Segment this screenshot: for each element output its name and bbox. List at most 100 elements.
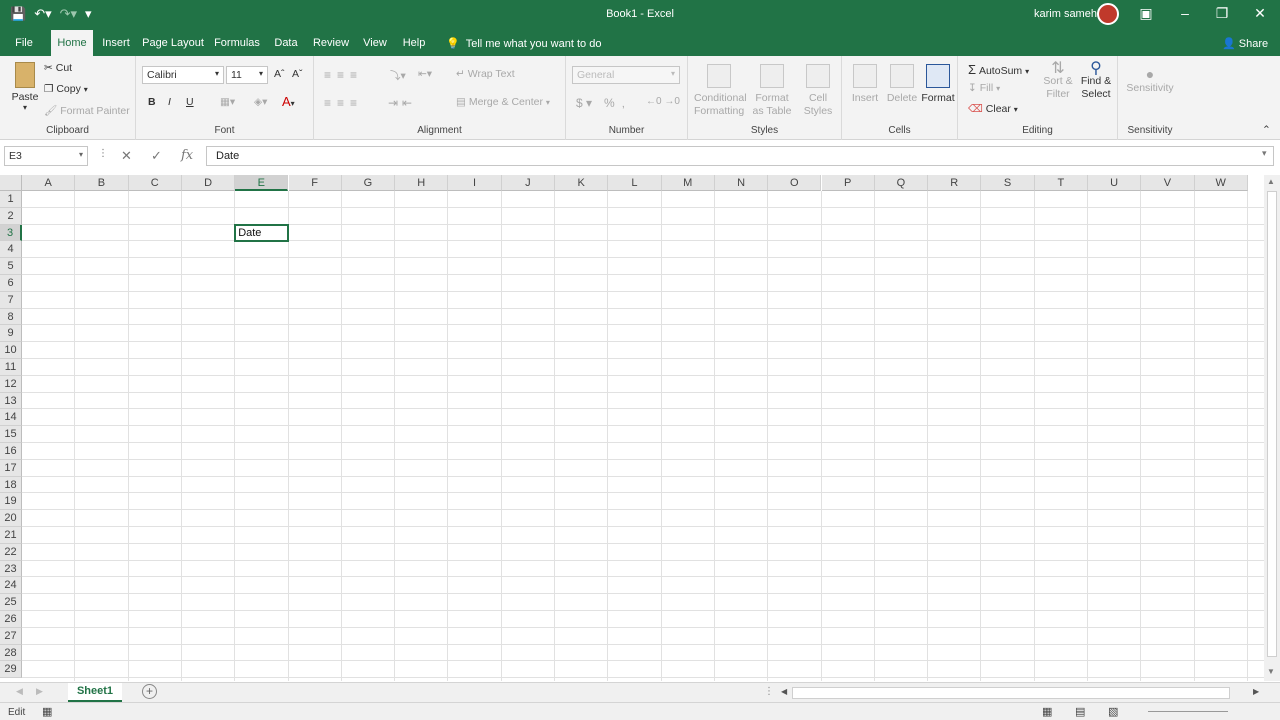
select-all-corner[interactable] xyxy=(0,175,22,191)
italic-button[interactable]: I xyxy=(168,96,171,108)
row-header[interactable]: 26 xyxy=(0,611,22,628)
insert-cells-button[interactable]: Insert xyxy=(848,64,882,104)
tab-page-layout[interactable]: Page Layout xyxy=(141,30,205,56)
percent-icon[interactable]: % xyxy=(604,96,615,110)
share-button[interactable]: 👤 Share xyxy=(1222,37,1268,50)
confirm-entry-icon[interactable]: ✓ xyxy=(151,148,162,164)
format-cells-button[interactable]: Format xyxy=(920,64,956,104)
name-box[interactable]: E3 ▾ xyxy=(4,146,88,166)
column-header[interactable]: D xyxy=(181,175,236,191)
column-header[interactable]: A xyxy=(22,175,76,191)
column-header[interactable]: W xyxy=(1194,175,1248,191)
column-header[interactable]: H xyxy=(395,175,449,191)
add-sheet-icon[interactable]: + xyxy=(142,684,157,699)
row-header[interactable]: 19 xyxy=(0,493,22,511)
page-break-view-icon[interactable]: ▧ xyxy=(1108,705,1118,718)
row-header[interactable]: 6 xyxy=(0,275,22,292)
minimize-icon[interactable]: – xyxy=(1175,5,1195,21)
decrease-font-icon[interactable]: Aˇ xyxy=(292,68,303,80)
tab-file[interactable]: File xyxy=(8,30,40,56)
paste-button[interactable]: Paste ▾ xyxy=(10,62,40,112)
vertical-scroll-thumb[interactable] xyxy=(1267,191,1277,657)
row-header[interactable]: 5 xyxy=(0,258,22,275)
column-header[interactable]: E xyxy=(235,175,289,191)
row-header[interactable]: 10 xyxy=(0,342,22,359)
close-icon[interactable]: ✕ xyxy=(1250,5,1270,22)
merge-center-button[interactable]: ▤ Merge & Center ▾ xyxy=(456,96,550,108)
format-painter-button[interactable]: 🖌 Format Painter xyxy=(44,104,130,117)
ribbon-display-options-icon[interactable]: ▣ xyxy=(1136,5,1156,22)
active-cell[interactable]: Date xyxy=(234,223,290,243)
vertical-align-icons[interactable]: ≡≡≡ xyxy=(324,68,363,82)
column-header[interactable]: U xyxy=(1088,175,1142,191)
column-header[interactable]: S xyxy=(981,175,1035,191)
format-as-table-button[interactable]: Format as Table xyxy=(750,64,794,118)
vertical-scrollbar[interactable]: ▲ ▼ xyxy=(1264,175,1280,681)
tell-me-search[interactable]: 💡 Tell me what you want to do xyxy=(446,37,601,51)
row-header[interactable]: 20 xyxy=(0,510,22,527)
row-header[interactable]: 9 xyxy=(0,325,22,343)
row-header[interactable]: 18 xyxy=(0,476,22,494)
row-header[interactable]: 7 xyxy=(0,291,22,309)
column-header[interactable]: T xyxy=(1034,175,1088,191)
column-header[interactable]: O xyxy=(768,175,822,191)
column-header[interactable]: C xyxy=(128,175,182,191)
increase-font-icon[interactable]: Aˆ xyxy=(274,68,285,80)
scroll-right-icon[interactable]: ▶ xyxy=(1253,687,1259,696)
row-header[interactable]: 4 xyxy=(0,241,22,259)
font-color-icon[interactable]: A▾ xyxy=(282,94,295,109)
page-layout-view-icon[interactable]: ▤ xyxy=(1075,705,1085,718)
row-header[interactable]: 13 xyxy=(0,392,22,410)
cut-button[interactable]: ✂ Cut xyxy=(44,62,72,74)
restore-icon[interactable]: ❐ xyxy=(1212,5,1232,22)
row-header[interactable]: 15 xyxy=(0,426,22,443)
scroll-down-icon[interactable]: ▼ xyxy=(1267,667,1275,676)
column-header[interactable]: K xyxy=(555,175,609,191)
row-header[interactable]: 23 xyxy=(0,560,22,578)
tab-insert[interactable]: Insert xyxy=(98,30,134,56)
horizontal-scrollbar[interactable] xyxy=(792,687,1230,699)
decimal-icons[interactable]: ←0 →0 xyxy=(646,96,680,107)
copy-button[interactable]: ❐ Copy ▾ xyxy=(44,83,88,95)
column-header[interactable]: R xyxy=(928,175,982,191)
bold-button[interactable]: B xyxy=(148,96,156,108)
font-size-combo[interactable]: 11 ▾ xyxy=(226,66,268,84)
column-header[interactable]: Q xyxy=(874,175,929,191)
user-name[interactable]: karim sameh xyxy=(1034,8,1097,20)
find-select-button[interactable]: ⚲ Find & Select xyxy=(1076,61,1116,101)
borders-icon[interactable]: ▦▾ xyxy=(220,96,235,108)
column-header[interactable]: J xyxy=(501,175,555,191)
scroll-up-icon[interactable]: ▲ xyxy=(1267,177,1275,186)
avatar[interactable] xyxy=(1097,3,1119,25)
delete-cells-button[interactable]: Delete xyxy=(884,64,920,104)
column-header[interactable]: V xyxy=(1141,175,1195,191)
cell-styles-button[interactable]: Cell Styles xyxy=(798,64,838,118)
row-header[interactable]: 25 xyxy=(0,594,22,611)
font-name-combo[interactable]: Calibri ▾ xyxy=(142,66,224,84)
row-header[interactable]: 24 xyxy=(0,577,22,595)
row-header[interactable]: 12 xyxy=(0,375,22,393)
row-header[interactable]: 29 xyxy=(0,661,22,679)
row-header[interactable]: 3 xyxy=(0,224,22,242)
sort-filter-button[interactable]: ⇅ Sort & Filter xyxy=(1042,61,1074,101)
sensitivity-button[interactable]: ● Sensitivity xyxy=(1122,66,1178,94)
scroll-left-icon[interactable]: ◀ xyxy=(781,687,787,696)
row-header[interactable]: 2 xyxy=(0,207,22,225)
fill-color-icon[interactable]: ◈▾ xyxy=(254,96,267,108)
tab-formulas[interactable]: Formulas xyxy=(212,30,262,56)
row-header[interactable]: 28 xyxy=(0,644,22,662)
row-header[interactable]: 14 xyxy=(0,409,22,427)
orientation-icon[interactable]: ⤵▾ xyxy=(390,68,406,83)
tab-view[interactable]: View xyxy=(360,30,390,56)
collapse-ribbon-icon[interactable]: ⌃ xyxy=(1262,124,1271,136)
tab-data[interactable]: Data xyxy=(270,30,302,56)
sheet-tab-sheet1[interactable]: Sheet1 xyxy=(68,683,122,703)
clear-button[interactable]: ⌫ Clear ▾ xyxy=(968,103,1018,115)
row-header[interactable]: 22 xyxy=(0,543,22,561)
indent-icon[interactable]: ⇤▾ xyxy=(418,68,432,80)
row-header[interactable]: 11 xyxy=(0,359,22,376)
column-header[interactable]: B xyxy=(75,175,129,191)
column-header[interactable]: I xyxy=(448,175,502,191)
prev-sheet-icon[interactable]: ◀ xyxy=(16,686,23,697)
worksheet-grid[interactable]: A B C D E F G H I J K L M N O P Q R S T U V W 1 2 3 4 5 6 7 8 9 10 11 12 13… xyxy=(0,175,1264,681)
